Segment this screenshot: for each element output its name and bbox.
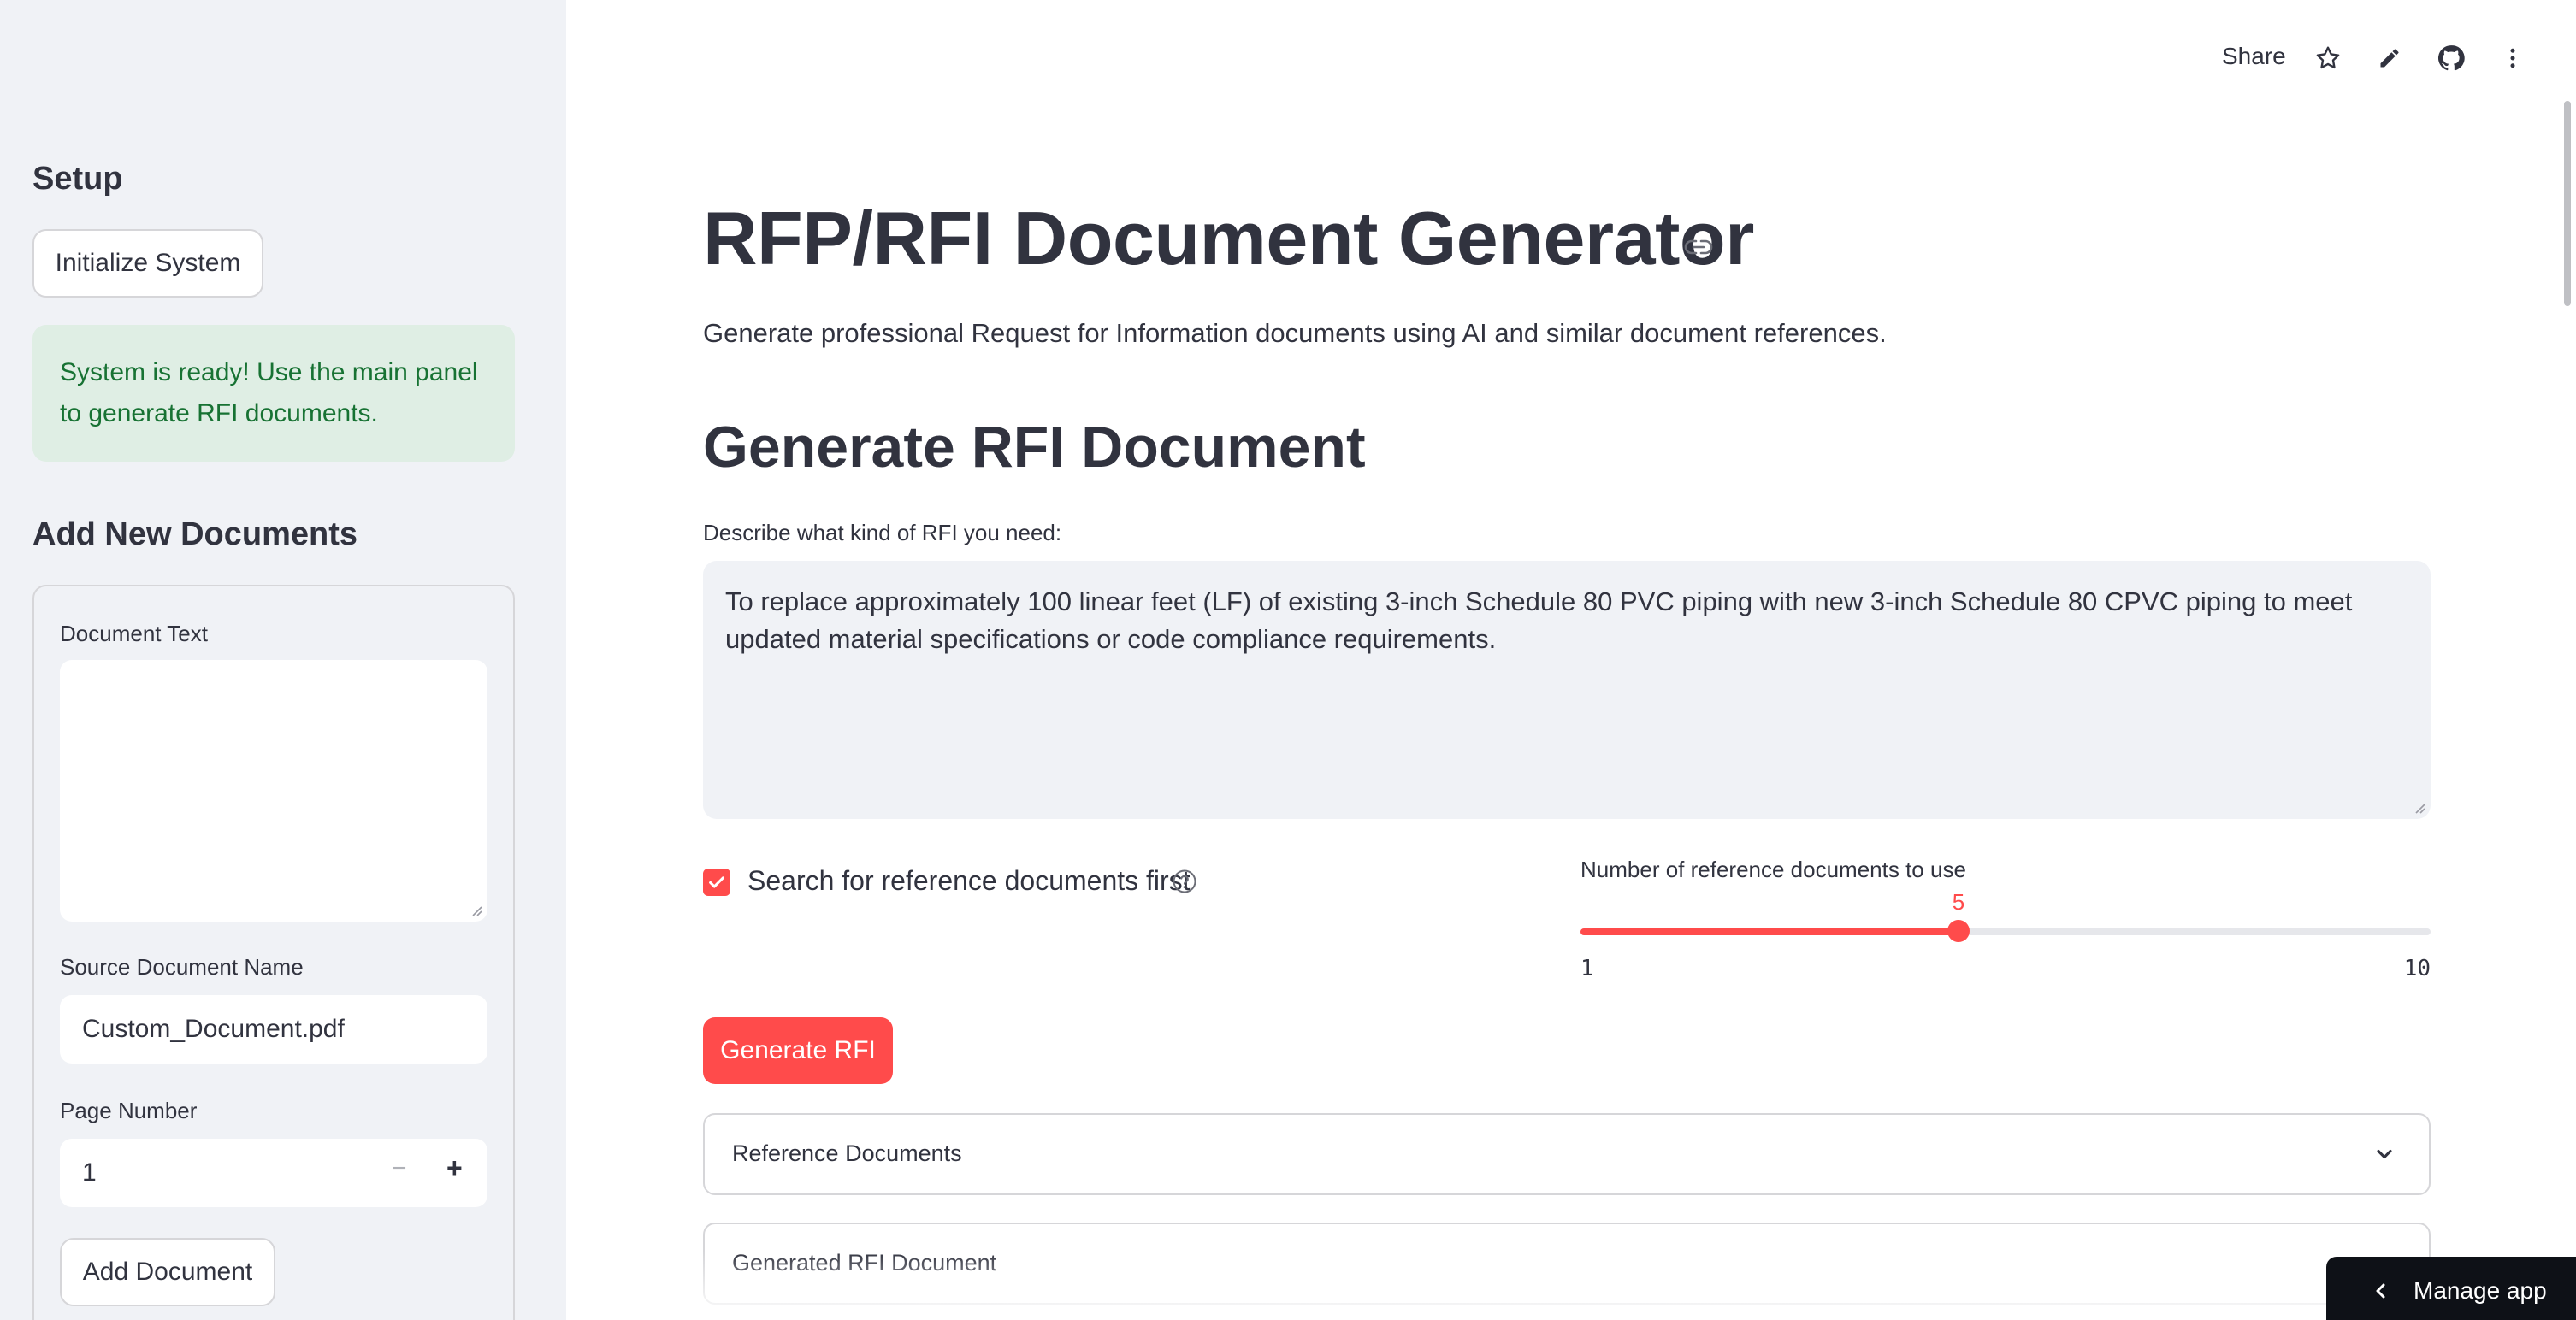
generate-rfi-button[interactable]: Generate RFI <box>703 1017 893 1084</box>
slider-value-label: 5 <box>1952 889 1965 915</box>
chevron-left-icon <box>2376 1283 2385 1299</box>
scrollbar[interactable] <box>2564 101 2571 306</box>
add-document-form: Document Text Source Document Name Custo… <box>32 585 515 1320</box>
rfi-description-label: Describe what kind of RFI you need: <box>703 520 1062 545</box>
increment-button[interactable]: + <box>446 1152 463 1184</box>
source-name-label: Source Document Name <box>60 954 304 980</box>
reference-count-label: Number of reference documents to use <box>1580 857 1966 882</box>
page-subtitle: Generate professional Request for Inform… <box>703 318 1887 348</box>
resize-grip-icon[interactable] <box>2414 802 2425 814</box>
help-icon[interactable] <box>1172 869 1197 894</box>
slider-fill <box>1580 928 1959 935</box>
page-number-stepper[interactable]: 1 − + <box>60 1139 487 1207</box>
reference-search-checkbox[interactable] <box>703 869 730 896</box>
expander-label: Reference Documents <box>732 1140 962 1166</box>
source-name-input[interactable]: Custom_Document.pdf <box>60 995 487 1064</box>
pencil-icon[interactable] <box>2374 43 2405 74</box>
rfi-description-textarea[interactable]: To replace approximately 100 linear feet… <box>703 561 2431 819</box>
page-title: RFP/RFI Document Generator <box>703 196 1754 280</box>
document-text-label: Document Text <box>60 621 208 646</box>
slider-max-label: 10 <box>2403 956 2431 981</box>
more-vertical-icon[interactable] <box>2497 43 2528 74</box>
decrement-button[interactable]: − <box>392 1154 407 1183</box>
github-icon[interactable] <box>2436 43 2467 74</box>
success-alert: System is ready! Use the main panel to g… <box>32 325 515 462</box>
slider-min-label: 1 <box>1580 956 1594 981</box>
resize-grip-icon[interactable] <box>470 905 482 916</box>
share-button[interactable]: Share <box>2222 43 2286 70</box>
reference-count-slider[interactable] <box>1580 920 2431 942</box>
expander-label: Generated RFI Document <box>732 1250 997 1276</box>
sidebar: Setup Initialize System System is ready!… <box>0 0 566 1320</box>
reference-search-label[interactable]: Search for reference documents first <box>747 865 1191 897</box>
chevron-down-icon <box>2377 1149 2392 1159</box>
setup-heading: Setup <box>32 161 123 197</box>
section-heading: Generate RFI Document <box>703 415 1366 480</box>
initialize-system-button[interactable]: Initialize System <box>32 229 263 298</box>
rfi-description-value: To replace approximately 100 linear feet… <box>725 586 2353 654</box>
slider-thumb[interactable] <box>1947 920 1970 942</box>
manage-app-button[interactable]: Manage app <box>2326 1257 2576 1320</box>
star-icon[interactable] <box>2313 43 2343 74</box>
anchor-link-icon[interactable] <box>1683 236 1714 258</box>
add-document-button[interactable]: Add Document <box>60 1238 275 1306</box>
page-number-value: 1 <box>82 1158 97 1187</box>
manage-app-label: Manage app <box>2414 1277 2547 1304</box>
checkmark-icon <box>709 876 724 888</box>
generated-rfi-expander[interactable]: Generated RFI Document <box>703 1223 2431 1305</box>
reference-documents-expander[interactable]: Reference Documents <box>703 1113 2431 1195</box>
page-number-label: Page Number <box>60 1098 198 1123</box>
add-documents-heading: Add New Documents <box>32 516 358 552</box>
document-text-area[interactable] <box>60 660 487 922</box>
